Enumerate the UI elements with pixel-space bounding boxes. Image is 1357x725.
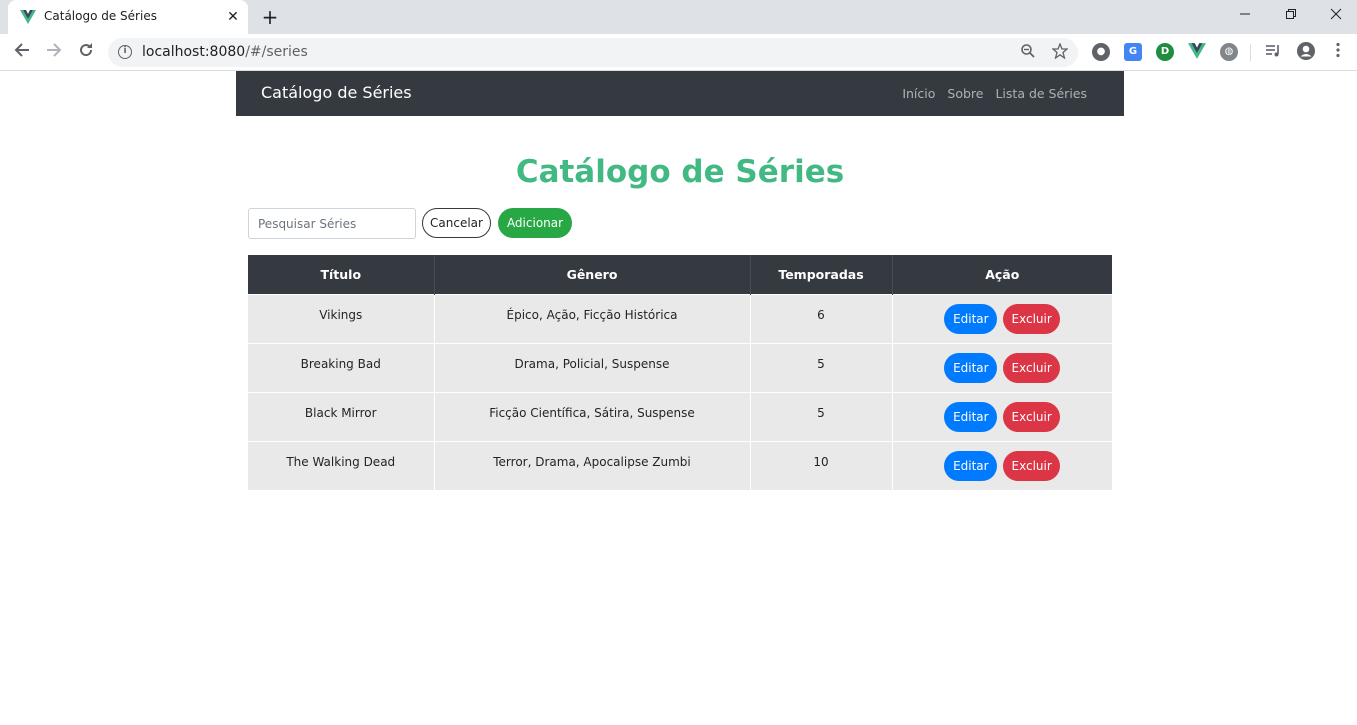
edit-button[interactable]: Editar — [944, 352, 998, 383]
new-tab-icon[interactable]: + — [258, 6, 282, 28]
close-tab-icon[interactable]: ✕ — [224, 8, 242, 26]
cell-temporadas: 10 — [749, 440, 892, 490]
reload-icon[interactable] — [74, 41, 98, 65]
media-icon[interactable] — [1261, 41, 1285, 65]
restore-icon[interactable] — [1271, 4, 1311, 28]
column-header-acao: Ação — [891, 255, 1112, 294]
extension-icon[interactable]: D — [1156, 43, 1174, 61]
vue-devtools-icon[interactable] — [1188, 43, 1206, 59]
nav-links: Início Sobre Lista de Séries — [902, 86, 1087, 101]
menu-icon[interactable] — [1326, 41, 1350, 65]
star-icon[interactable] — [1050, 42, 1070, 63]
search-input[interactable] — [248, 208, 416, 239]
nav-link-inicio[interactable]: Início — [902, 86, 935, 101]
zoom-icon[interactable] — [1018, 43, 1038, 63]
table-row: The Walking Dead Terror, Drama, Apocalip… — [248, 440, 1112, 490]
app-navbar: Catálogo de Séries Início Sobre Lista de… — [236, 71, 1124, 116]
cell-temporadas: 5 — [749, 391, 892, 441]
translate-icon[interactable]: G — [1124, 43, 1142, 61]
back-icon[interactable] — [10, 41, 34, 65]
edit-button[interactable]: Editar — [944, 450, 998, 481]
delete-button[interactable]: Excluir — [1003, 450, 1061, 481]
add-button[interactable]: Adicionar — [498, 208, 572, 238]
edit-button[interactable]: Editar — [944, 303, 998, 334]
cell-acao: Editar Excluir — [891, 391, 1112, 441]
browser-tab[interactable]: Catálogo de Séries ✕ — [8, 0, 248, 34]
table-row: Vikings Épico, Ação, Ficção Histórica 6 … — [248, 293, 1112, 343]
cell-acao: Editar Excluir — [891, 440, 1112, 490]
series-table: Título Gênero Temporadas Ação Vikings Ép… — [248, 255, 1112, 490]
extension-icon[interactable]: ◍ — [1220, 43, 1238, 61]
table-header: Título Gênero Temporadas Ação — [248, 255, 1112, 294]
edit-button[interactable]: Editar — [944, 401, 998, 432]
cell-genero: Ficção Científica, Sátira, Suspense — [433, 391, 750, 441]
cell-temporadas: 5 — [749, 342, 892, 392]
cell-titulo: Breaking Bad — [248, 342, 434, 392]
page-title: Catálogo de Séries — [515, 154, 845, 190]
delete-button[interactable]: Excluir — [1003, 303, 1061, 334]
vue-logo-icon — [20, 10, 36, 24]
delete-button[interactable]: Excluir — [1003, 352, 1061, 383]
table-row: Black Mirror Ficção Científica, Sátira, … — [248, 391, 1112, 441]
window-close-icon[interactable] — [1316, 4, 1356, 28]
column-header-genero: Gênero — [433, 255, 750, 294]
minimize-icon[interactable] — [1225, 4, 1265, 28]
cell-genero: Drama, Policial, Suspense — [433, 342, 750, 392]
profile-icon[interactable] — [1294, 41, 1318, 65]
cell-titulo: Vikings — [248, 293, 434, 343]
extension-icon[interactable]: ● — [1092, 43, 1110, 61]
info-icon[interactable]: i — [118, 45, 132, 59]
cell-acao: Editar Excluir — [891, 293, 1112, 343]
browser-toolbar: i localhost:8080/#/series ● G D ◍ — [0, 34, 1357, 71]
cell-titulo: Black Mirror — [248, 391, 434, 441]
cell-genero: Terror, Drama, Apocalipse Zumbi — [433, 440, 750, 490]
column-header-titulo: Título — [248, 255, 434, 294]
cell-titulo: The Walking Dead — [248, 440, 434, 490]
table-row: Breaking Bad Drama, Policial, Suspense 5… — [248, 342, 1112, 392]
toolbar-divider — [1250, 44, 1251, 61]
cell-temporadas: 6 — [749, 293, 892, 343]
cancel-button[interactable]: Cancelar — [422, 208, 491, 238]
browser-tab-bar: Catálogo de Séries ✕ + — [0, 0, 1357, 34]
column-header-temporadas: Temporadas — [749, 255, 892, 294]
nav-link-sobre[interactable]: Sobre — [947, 86, 983, 101]
cell-genero: Épico, Ação, Ficção Histórica — [433, 293, 750, 343]
forward-icon[interactable] — [42, 41, 66, 65]
address-bar[interactable]: i localhost:8080/#/series — [108, 38, 1078, 67]
delete-button[interactable]: Excluir — [1003, 401, 1061, 432]
nav-link-lista-series[interactable]: Lista de Séries — [995, 86, 1087, 101]
url-text: localhost:8080/#/series — [142, 44, 308, 60]
tab-title: Catálogo de Séries — [44, 9, 157, 23]
navbar-brand[interactable]: Catálogo de Séries — [261, 83, 412, 102]
cell-acao: Editar Excluir — [891, 342, 1112, 392]
